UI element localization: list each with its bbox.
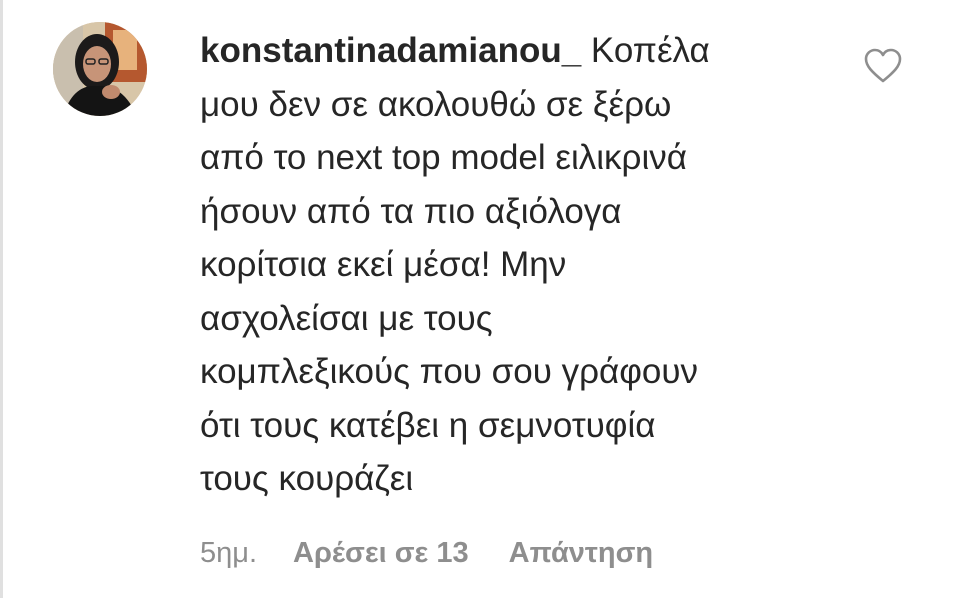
reply-button[interactable]: Απάντηση — [509, 533, 654, 573]
comment-likes-link[interactable]: Αρέσει σε 13 — [293, 533, 469, 573]
comment-body: konstantinadamianou_ Κοπέλα μου δεν σε α… — [200, 24, 840, 506]
user-avatar[interactable] — [53, 22, 147, 116]
heart-outline-icon — [864, 48, 902, 83]
comment-text: Κοπέλα μου δεν σε ακολουθώ σε ξέρω από τ… — [200, 31, 710, 498]
comment-username[interactable]: konstantinadamianou_ — [200, 31, 581, 70]
comment-item: konstantinadamianou_ Κοπέλα μου δεν σε α… — [0, 0, 980, 598]
like-heart-icon[interactable] — [864, 48, 902, 84]
comment-time[interactable]: 5ημ. — [200, 533, 257, 573]
avatar-image — [53, 22, 147, 116]
comment-meta: 5ημ. Αρέσει σε 13 Απάντηση — [200, 533, 653, 573]
